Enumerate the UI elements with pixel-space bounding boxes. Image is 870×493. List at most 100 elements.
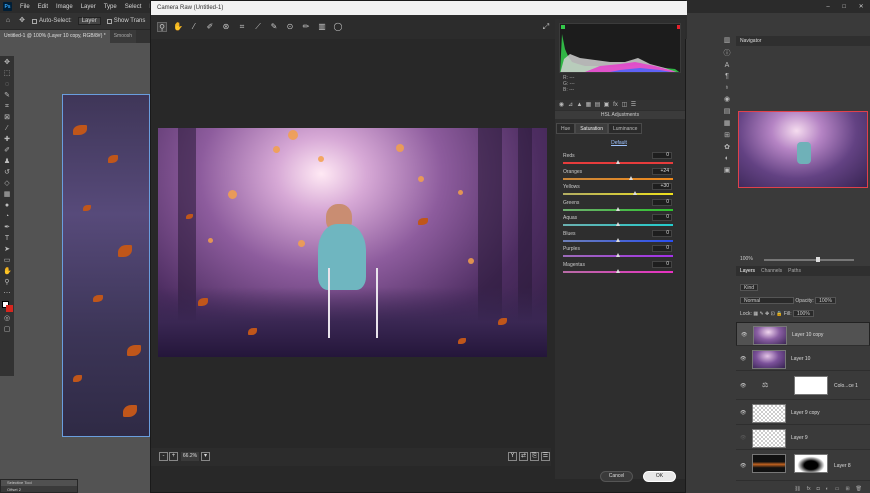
opacity-input[interactable]: 100% xyxy=(815,297,836,304)
zoom-in-icon[interactable]: + xyxy=(169,452,178,461)
screen-mode-icon[interactable]: ▢ xyxy=(3,326,11,334)
history-brush-icon[interactable]: ↺ xyxy=(3,169,11,177)
background-color-swatch[interactable] xyxy=(5,305,13,312)
calibration-icon[interactable]: ◫ xyxy=(621,102,628,109)
maximize-icon[interactable]: □ xyxy=(842,4,846,10)
eraser-tool-icon[interactable]: ◇ xyxy=(3,180,11,188)
basic-panel-icon[interactable]: ◉ xyxy=(558,102,565,109)
white-balance-icon[interactable]: ⁄ xyxy=(189,22,199,32)
slider-value-input[interactable]: +30 xyxy=(652,183,672,190)
adjustment-brush-icon[interactable]: ✏ xyxy=(301,22,311,32)
slider-track[interactable] xyxy=(563,193,673,195)
hsl-panel-icon[interactable]: ▦ xyxy=(585,102,592,109)
presets-icon[interactable]: ☰ xyxy=(630,102,637,109)
default-link[interactable]: Default xyxy=(604,140,634,147)
lightbulb-icon[interactable]: ♁ xyxy=(722,84,732,91)
path-select-icon[interactable]: ➤ xyxy=(3,246,11,254)
eye-icon[interactable]: 👁 xyxy=(740,383,746,389)
tab-untitled-1[interactable]: Untitled-1 @ 100% (Layer 10 copy, RGB/8#… xyxy=(0,30,110,43)
type-tool-icon[interactable]: T xyxy=(3,235,11,243)
slider-knob[interactable] xyxy=(616,238,620,242)
hand-tool-icon[interactable]: ✋ xyxy=(173,22,183,32)
menu-file[interactable]: File xyxy=(16,4,34,10)
menu-edit[interactable]: Edit xyxy=(34,4,52,10)
layer-row[interactable]: 👁 ⚖ Colo...ce 1 xyxy=(736,372,870,400)
targeted-adjustment-icon[interactable]: ⊛ xyxy=(221,22,231,32)
navigator-zoom-track[interactable] xyxy=(764,259,854,261)
tab-hue[interactable]: Hue xyxy=(556,123,576,134)
properties-panel-icon[interactable]: ◐ xyxy=(722,155,732,162)
tab-channels[interactable]: Channels xyxy=(761,268,782,274)
slider-value-input[interactable]: 0 xyxy=(652,245,672,252)
slider-knob[interactable] xyxy=(616,269,620,273)
home-icon[interactable]: ⌂ xyxy=(4,17,12,25)
spot-removal-icon[interactable]: ✎ xyxy=(269,22,279,32)
preview-prefs-icon[interactable]: ☰ xyxy=(541,452,550,461)
shadow-clipping-icon[interactable] xyxy=(561,25,565,29)
tab-layers[interactable]: Layers xyxy=(740,268,755,274)
red-eye-icon[interactable]: ⊙ xyxy=(285,22,295,32)
adjustment-icon[interactable]: ◐ xyxy=(826,486,829,492)
quick-select-icon[interactable]: ✎ xyxy=(3,92,11,100)
folder-icon[interactable]: ▭ xyxy=(835,486,840,492)
slider-value-input[interactable]: +24 xyxy=(652,168,672,175)
info-panel-icon[interactable]: ⓘ xyxy=(722,48,732,58)
paragraph-panel-icon[interactable]: ¶ xyxy=(722,73,732,80)
slider-knob[interactable] xyxy=(632,191,637,195)
lasso-tool-icon[interactable]: ◌ xyxy=(3,81,11,89)
layer-row[interactable]: 👁 Layer 8 xyxy=(736,451,870,481)
layer-row[interactable]: 👁 Layer 10 copy xyxy=(736,322,870,346)
color-swatches[interactable] xyxy=(1,301,13,312)
mask-icon[interactable]: ◘ xyxy=(817,486,820,492)
layer-row[interactable]: 👁 Layer 9 xyxy=(736,426,870,450)
gradient-tool-icon[interactable]: ▦ xyxy=(3,191,11,199)
slider-value-input[interactable]: 0 xyxy=(652,152,672,159)
slider-knob[interactable] xyxy=(616,253,620,257)
lock-icons[interactable]: ▦ ✎ ✥ ⊡ 🔒 xyxy=(753,311,782,317)
tab-luminance[interactable]: Luminance xyxy=(607,123,643,134)
crop-tool-icon[interactable]: ⌗ xyxy=(3,103,11,111)
menu-layer[interactable]: Layer xyxy=(77,4,100,10)
crop-tool-icon[interactable]: ⌗ xyxy=(237,22,247,32)
stamp-tool-icon[interactable]: ♟ xyxy=(3,158,11,166)
menu-select[interactable]: Select xyxy=(121,4,146,10)
detail-panel-icon[interactable]: ▲ xyxy=(576,102,583,109)
slider-knob[interactable] xyxy=(616,160,620,164)
highlight-clipping-icon[interactable] xyxy=(677,25,681,29)
toggle-fullscreen-icon[interactable]: ⤢ xyxy=(541,22,551,32)
fx-icon[interactable]: fx xyxy=(807,486,811,492)
brush-tool-icon[interactable]: ✐ xyxy=(3,147,11,155)
effects-panel-icon[interactable]: fx xyxy=(612,102,619,109)
brush-panel-icon[interactable]: ✿ xyxy=(722,143,732,151)
hand-tool-icon[interactable]: ✋ xyxy=(3,268,12,276)
tab-saturation[interactable]: Saturation xyxy=(575,123,608,134)
history-panel-icon[interactable]: ▥ xyxy=(722,36,732,44)
healing-brush-icon[interactable]: ✚ xyxy=(3,136,11,144)
selective-tool-row[interactable]: Offset 2 xyxy=(1,486,77,493)
styles-panel-icon[interactable]: ⊞ xyxy=(722,131,732,139)
swatches-panel-icon[interactable]: ▤ xyxy=(722,107,732,115)
cancel-button[interactable]: Cancel xyxy=(600,471,633,482)
blur-tool-icon[interactable]: ● xyxy=(3,202,11,210)
show-transform-checkbox[interactable]: Show Trans xyxy=(106,18,145,24)
slider-knob[interactable] xyxy=(616,207,620,211)
navigator-zoom-value[interactable]: 100% xyxy=(740,256,753,262)
swap-settings-icon[interactable]: ⇄ xyxy=(519,452,528,461)
eye-icon[interactable]: 👁 xyxy=(740,463,746,469)
color-sampler-icon[interactable]: ✐ xyxy=(205,22,215,32)
layer-row[interactable]: 👁 Layer 9 copy xyxy=(736,401,870,425)
radial-filter-icon[interactable]: ◯ xyxy=(333,22,343,32)
zoom-dropdown-icon[interactable]: ▾ xyxy=(201,452,210,461)
tab-paths[interactable]: Paths xyxy=(788,268,801,274)
navigator-header[interactable]: Navigator xyxy=(736,36,870,46)
eye-icon[interactable]: 👁 xyxy=(740,435,746,441)
new-layer-icon[interactable]: ⊞ xyxy=(845,486,849,492)
minimize-icon[interactable]: – xyxy=(826,4,829,10)
libraries-panel-icon[interactable]: ▣ xyxy=(722,166,732,174)
more-tools-icon[interactable]: ⋯ xyxy=(3,290,11,298)
camera-raw-titlebar[interactable]: Camera Raw (Untitled-1) xyxy=(151,1,687,15)
adjustments-panel-icon[interactable]: ▦ xyxy=(722,119,732,127)
zoom-out-icon[interactable]: - xyxy=(159,452,168,461)
fill-input[interactable]: 100% xyxy=(792,310,814,317)
pen-tool-icon[interactable]: ✒ xyxy=(3,224,11,232)
